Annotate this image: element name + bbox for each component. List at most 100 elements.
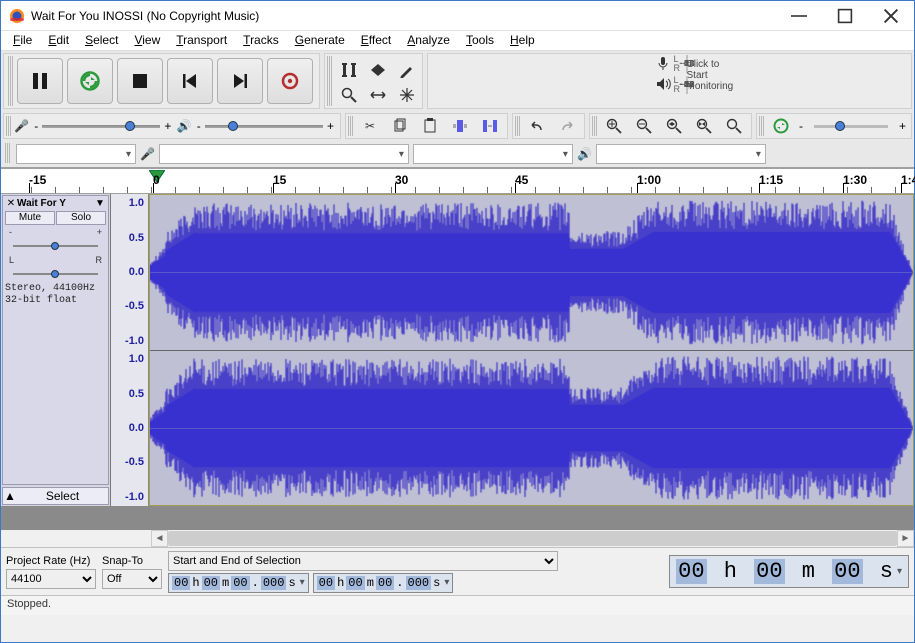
multi-tool[interactable] [393,83,421,107]
toolbar-grip[interactable] [327,56,332,106]
selection-toolbar: Project Rate (Hz) 44100 Snap-To Off Star… [1,547,914,595]
fit-selection-button[interactable] [660,114,688,138]
amp-scale-left: 1.0 0.5 0.0 -0.5 -1.0 [111,194,148,350]
track-area: ✕ Wait For Y ▼ Mute Solo -+ LR Stereo, 4… [1,194,914,506]
play-device-select[interactable] [596,144,766,164]
play-meter-icon[interactable] [652,76,674,95]
record-button[interactable] [267,58,313,104]
record-volume-slider[interactable]: ‑ + [30,119,175,133]
track-select-button[interactable]: ▲ Select [2,487,109,505]
track-name[interactable]: Wait For Y [17,198,94,209]
track-close-button[interactable]: ✕ [5,198,17,209]
selection-mode-select[interactable]: Start and End of Selection [168,551,558,571]
close-button[interactable] [868,1,914,31]
speaker-icon: 🔊 [577,147,592,161]
project-rate-select[interactable]: 44100 [6,569,96,589]
scroll-right-button[interactable]: ► [897,530,914,547]
paste-button[interactable] [416,114,444,138]
toolbar-grip[interactable] [5,143,10,163]
redo-button[interactable] [553,114,581,138]
collapse-icon[interactable]: ▲ [3,489,17,503]
menu-select[interactable]: Select [81,32,122,48]
waveform-right[interactable] [150,350,913,506]
cut-button[interactable]: ✂ [356,114,384,138]
tools-toolbar [324,53,423,109]
skip-end-button[interactable] [217,58,263,104]
scroll-left-button[interactable]: ◄ [151,530,168,547]
meter-toolbar: LR Click to Start Monitoring -54 -48 8 -… [427,53,912,109]
selection-end-time[interactable]: 00h 00m 00. 000s ▾ [313,573,454,593]
pan-slider[interactable] [5,268,106,280]
silence-button[interactable] [476,114,504,138]
time-format-dropdown[interactable]: ▾ [444,577,449,589]
scrollbar-track[interactable] [168,530,897,547]
stop-button[interactable] [117,58,163,104]
snap-label: Snap-To [102,555,162,567]
toolbar-grip[interactable] [6,116,11,136]
minimize-button[interactable] [776,1,822,31]
toolbar-grip[interactable] [592,116,597,136]
toolbar-grip[interactable] [348,116,353,136]
waveform-left[interactable] [150,195,913,350]
play-at-speed-button[interactable] [767,114,795,138]
playback-volume-slider[interactable]: ‑ + [193,119,338,133]
menu-effect[interactable]: Effect [357,32,395,48]
menu-tools[interactable]: Tools [462,32,498,48]
track-bitdepth: 32-bit float [5,295,106,307]
toolbar-grip[interactable] [515,116,520,136]
record-channels-select[interactable] [413,144,573,164]
zoom-toggle-button[interactable] [720,114,748,138]
solo-button[interactable]: Solo [56,211,106,225]
play-meter[interactable]: -54 -48 -42 -36 -30 -24 -18 -12 -6 0 [686,76,688,94]
time-format-dropdown[interactable]: ▾ [300,577,305,589]
envelope-tool[interactable] [364,58,392,82]
selection-tool[interactable] [335,58,363,82]
undo-toolbar [512,113,585,139]
menu-tracks[interactable]: Tracks [239,32,283,48]
scrollbar-thumb[interactable] [168,531,897,546]
record-meter[interactable]: Click to Start Monitoring -54 -48 8 -12 … [686,55,688,73]
amplitude-scale[interactable]: 1.0 0.5 0.0 -0.5 -1.0 1.0 0.5 0.0 -0.5 -… [111,194,149,506]
menu-transport[interactable]: Transport [172,32,231,48]
copy-button[interactable] [386,114,414,138]
menu-view[interactable]: View [130,32,164,48]
menu-file[interactable]: File [9,32,36,48]
zoom-tool[interactable] [335,83,363,107]
audio-host-select[interactable] [16,144,136,164]
draw-tool[interactable] [393,58,421,82]
pause-button[interactable] [17,58,63,104]
project-rate-label: Project Rate (Hz) [6,555,96,567]
track-menu-button[interactable]: ▼ [94,198,106,209]
record-meter-icon[interactable] [652,55,674,74]
record-device-select[interactable] [159,144,409,164]
menu-help[interactable]: Help [506,32,539,48]
play-speed-slider[interactable] [814,125,888,128]
gain-slider[interactable] [5,240,106,252]
menu-edit[interactable]: Edit [44,32,73,48]
toolbar-grip[interactable] [759,116,764,136]
audio-position-time[interactable]: 00 h 00 m 00 s ▾ [669,555,909,588]
timeshift-tool[interactable] [364,83,392,107]
timeline-ruler[interactable]: -1501530451:001:151:301:45 [1,168,914,194]
selection-start-time[interactable]: 00h 00m 00. 000s ▾ [168,573,309,593]
play-button[interactable] [67,58,113,104]
trim-button[interactable] [446,114,474,138]
snap-select[interactable]: Off [102,569,162,589]
zoom-out-button[interactable] [630,114,658,138]
track-panel[interactable]: ✕ Wait For Y ▼ Mute Solo -+ LR Stereo, 4… [2,195,109,485]
title-bar: Wait For You INOSSI (No Copyright Music) [1,1,914,31]
mute-button[interactable]: Mute [5,211,55,225]
maximize-button[interactable] [822,1,868,31]
empty-track-area[interactable] [1,506,914,530]
amp-scale-right: 1.0 0.5 0.0 -0.5 -1.0 [111,350,148,506]
undo-button[interactable] [523,114,551,138]
skip-start-button[interactable] [167,58,213,104]
toolbar-grip[interactable] [8,56,13,106]
waveform-display[interactable] [149,194,914,506]
zoom-in-button[interactable] [600,114,628,138]
menu-analyze[interactable]: Analyze [403,32,454,48]
fit-project-button[interactable] [690,114,718,138]
menu-generate[interactable]: Generate [291,32,349,48]
time-format-dropdown[interactable]: ▾ [897,566,902,578]
horizontal-scrollbar[interactable]: ◄ ► [151,530,914,547]
